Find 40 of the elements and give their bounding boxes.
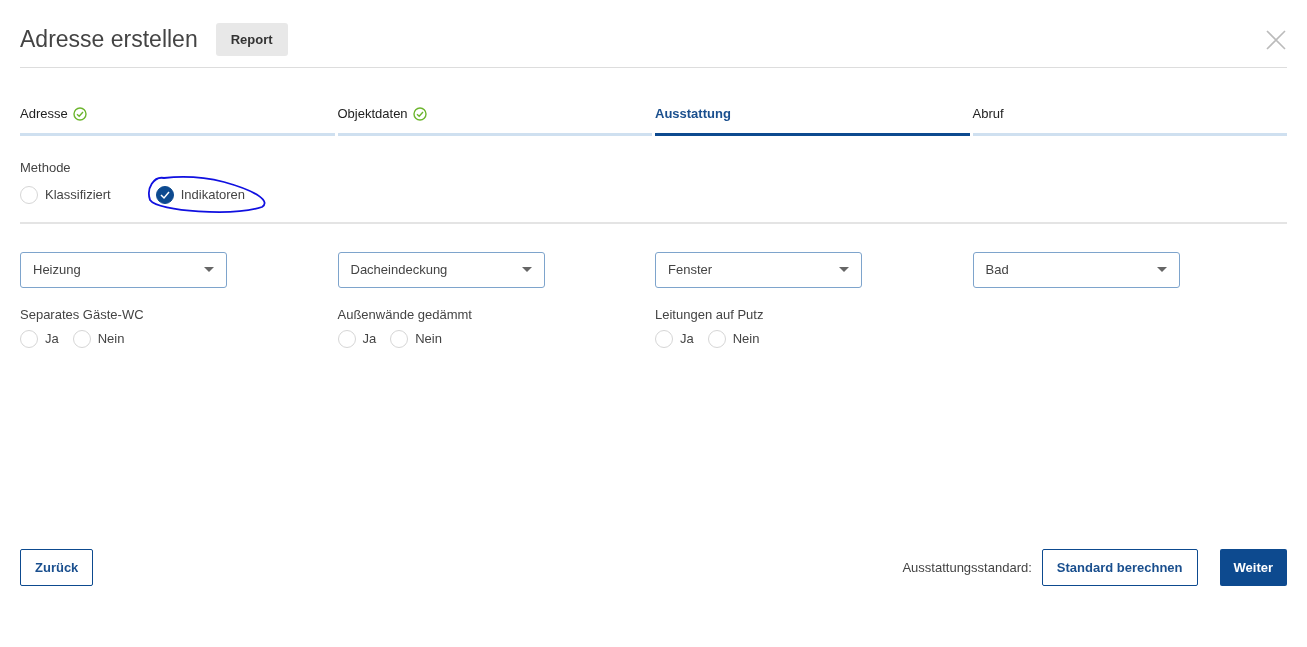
question-label: Leitungen auf Putz (655, 305, 765, 324)
standard-label: Ausstattungsstandard: (902, 558, 1032, 577)
dropdown[interactable]: Bad (972, 251, 1180, 288)
radio-label: Ja (45, 330, 59, 348)
radio-label: Nein (97, 330, 125, 348)
dialog-title: Adresse erstellen (20, 25, 198, 54)
radio-button[interactable] (155, 185, 174, 204)
check-circle-icon (72, 106, 87, 121)
radio-label: Ja (680, 330, 694, 348)
check-circle-icon (412, 106, 427, 121)
dropdown-placeholder: Fenster (668, 260, 713, 279)
dropdown-placeholder: Bad (985, 260, 1009, 279)
radio-label: Indikatoren (180, 186, 246, 204)
caret-icon (839, 267, 849, 272)
step-tab[interactable]: Ausstattung (655, 104, 970, 136)
back-button[interactable]: Zurück (20, 548, 94, 586)
dropdown-placeholder: Dacheindeckung (350, 260, 448, 279)
dropdown[interactable]: Heizung (20, 251, 227, 288)
caret-icon (1156, 267, 1167, 272)
caret-icon (204, 267, 214, 272)
radio-label: Nein (732, 330, 760, 348)
question-label: Separates Gäste-WC (20, 305, 145, 324)
dropdown[interactable]: Fenster (655, 251, 862, 288)
step-tab[interactable]: Abruf (972, 104, 1287, 136)
radio-label: Ja (362, 330, 377, 348)
question-label: Außenwände gedämmt (337, 305, 473, 324)
report-button[interactable]: Report (215, 22, 288, 57)
caret-icon (521, 267, 532, 272)
close-button[interactable] (1265, 28, 1287, 51)
step-tab[interactable]: Adresse (20, 104, 335, 136)
calculate-button[interactable]: Standard berechnen (1041, 548, 1198, 586)
dropdown-placeholder: Heizung (33, 260, 81, 279)
dropdown[interactable]: Dacheindeckung (337, 251, 545, 288)
radio-label: Klassifiziert (45, 186, 111, 204)
step-tab[interactable]: Objektdaten (337, 104, 652, 136)
radio-label: Nein (415, 330, 442, 348)
check-icon (159, 189, 170, 200)
next-button[interactable]: Weiter (1219, 548, 1287, 586)
method-label: Methode (20, 158, 72, 177)
close-icon (1265, 28, 1287, 51)
